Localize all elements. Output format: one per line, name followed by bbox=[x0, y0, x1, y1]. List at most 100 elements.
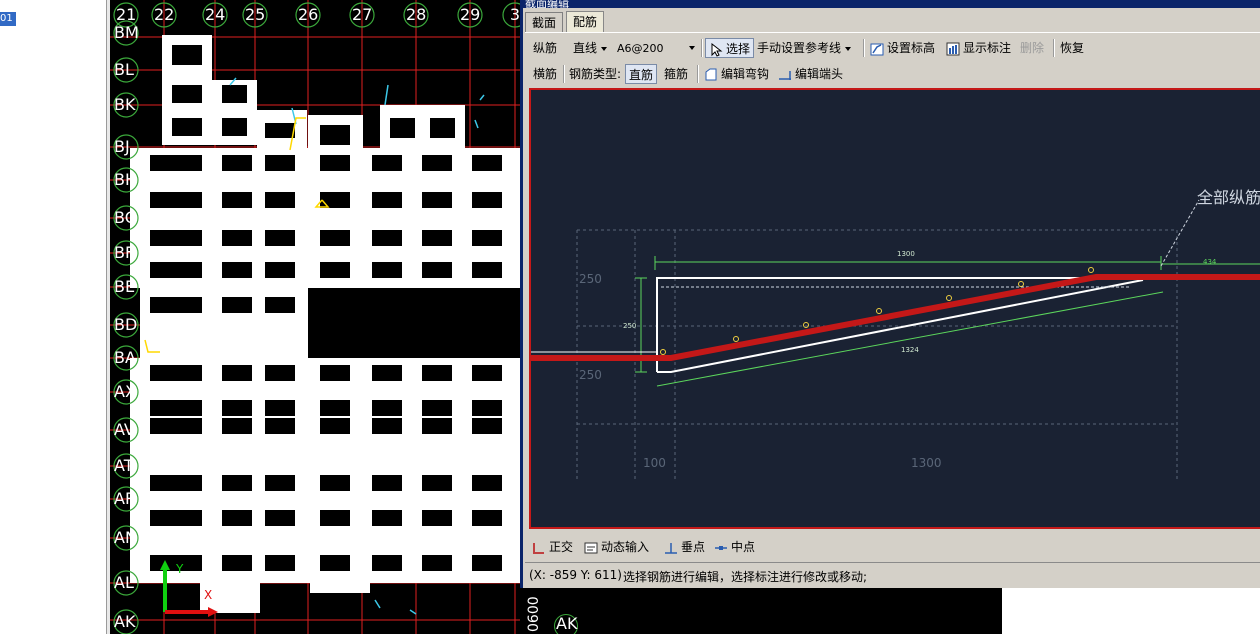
window-opening bbox=[172, 230, 202, 246]
layer-badge: 01 bbox=[0, 12, 16, 26]
window-opening bbox=[422, 230, 452, 246]
row-label: BE bbox=[114, 277, 136, 296]
chevron-down-icon bbox=[689, 46, 695, 50]
cad-canvas[interactable]: Y X 21 22 24 25 26 27 28 29 3 BM BL BK BJ BH BG BF BE BD… bbox=[110, 0, 520, 634]
tab-section[interactable]: 截面 bbox=[525, 12, 564, 33]
window-opening bbox=[265, 400, 295, 416]
perpendicular-button[interactable]: 垂点 bbox=[661, 537, 708, 557]
rebar-callout: 全部纵筋 bbox=[1197, 188, 1260, 207]
window-opening bbox=[372, 155, 402, 171]
column-label: 29 bbox=[460, 5, 481, 24]
ref-line-label: 手动设置参考线 bbox=[757, 41, 842, 55]
restore-button[interactable]: 恢复 bbox=[1057, 38, 1087, 58]
row-label: BG bbox=[114, 208, 138, 227]
window-opening bbox=[222, 365, 252, 381]
set-elevation-button[interactable]: 设置标高 bbox=[867, 38, 938, 58]
window-opening bbox=[265, 555, 295, 571]
window-opening bbox=[372, 230, 402, 246]
window-opening bbox=[222, 475, 252, 491]
row-label: BM bbox=[114, 23, 139, 42]
section-drawing-canvas[interactable]: 全部纵筋 1300 434 250 1324 250 250 100 1300 bbox=[529, 88, 1260, 529]
column-label: 3 bbox=[509, 5, 520, 24]
window-opening bbox=[172, 510, 202, 526]
axis-label-ak: AK bbox=[556, 614, 578, 633]
window-opening bbox=[265, 510, 295, 526]
window-opening bbox=[372, 262, 402, 278]
window-opening bbox=[172, 475, 202, 491]
window-opening bbox=[320, 365, 350, 381]
window-opening bbox=[222, 418, 252, 434]
straight-bar-button[interactable]: 直筋 bbox=[625, 64, 658, 84]
window-opening bbox=[472, 262, 502, 278]
row-label: AK bbox=[114, 612, 136, 631]
dynamic-input-button[interactable]: 动态输入 bbox=[581, 537, 652, 557]
stirrup-button[interactable]: 箍筋 bbox=[661, 64, 691, 84]
window-opening bbox=[222, 400, 252, 416]
y-axis-label: Y bbox=[176, 562, 184, 576]
window-opening bbox=[172, 365, 202, 381]
show-dims-button[interactable]: 显示标注 bbox=[943, 38, 1014, 58]
ortho-icon bbox=[533, 542, 544, 554]
window-opening bbox=[320, 192, 350, 208]
spec-select[interactable]: A6@200 bbox=[617, 37, 697, 59]
column-label: 28 bbox=[406, 5, 427, 24]
row-label: BH bbox=[114, 170, 138, 189]
ortho-label: 正交 bbox=[549, 540, 574, 554]
window-opening bbox=[320, 155, 350, 171]
elevation-icon bbox=[870, 43, 884, 55]
row-label: BF bbox=[114, 243, 135, 262]
window-opening bbox=[320, 262, 350, 278]
midpoint-label: 中点 bbox=[731, 540, 756, 554]
transverse-label[interactable]: 横筋 bbox=[533, 63, 557, 85]
window-opening bbox=[372, 400, 402, 416]
chevron-down-icon bbox=[601, 46, 608, 51]
row-label: AN bbox=[114, 528, 137, 547]
row-label: BL bbox=[114, 60, 134, 79]
edit-end-button[interactable]: 编辑端头 bbox=[775, 64, 846, 84]
window-opening bbox=[472, 365, 502, 381]
window-opening bbox=[172, 192, 202, 208]
line-type-value: 直线 bbox=[573, 41, 598, 55]
perpendicular-icon bbox=[665, 542, 677, 554]
window-opening bbox=[265, 365, 295, 381]
window-opening bbox=[422, 555, 452, 571]
window-opening bbox=[472, 475, 502, 491]
window-opening bbox=[422, 155, 452, 171]
edit-hook-button[interactable]: 编辑弯钩 bbox=[701, 64, 772, 84]
window-opening bbox=[265, 418, 295, 434]
line-type-select[interactable]: 直线 bbox=[573, 37, 608, 59]
window-opening bbox=[172, 400, 202, 416]
tab-reinforcement[interactable]: 配筋 bbox=[566, 11, 605, 33]
dim-bottom-left: 100 bbox=[643, 456, 666, 470]
longitudinal-label[interactable]: 纵筋 bbox=[533, 37, 557, 59]
midpoint-button[interactable]: 中点 bbox=[711, 537, 758, 557]
window-opening bbox=[320, 555, 350, 571]
window-opening bbox=[265, 262, 295, 278]
window-opening bbox=[472, 418, 502, 434]
window-opening bbox=[472, 230, 502, 246]
window-opening bbox=[265, 475, 295, 491]
row-label: AX bbox=[114, 382, 136, 401]
window-opening bbox=[320, 230, 350, 246]
window-opening bbox=[372, 555, 402, 571]
cursor-icon bbox=[711, 42, 723, 57]
window-opening bbox=[222, 155, 252, 171]
window-opening bbox=[222, 262, 252, 278]
separator bbox=[563, 65, 565, 83]
window-opening bbox=[422, 365, 452, 381]
ortho-button[interactable]: 正交 bbox=[529, 537, 576, 557]
ref-line-dropdown[interactable]: 手动设置参考线 bbox=[757, 37, 852, 59]
cad-canvas-lower[interactable]: 0600 AK bbox=[520, 588, 1002, 634]
window-opening bbox=[222, 192, 252, 208]
row-label: AL bbox=[114, 573, 134, 592]
window-opening bbox=[372, 475, 402, 491]
dim-top: 1300 bbox=[897, 250, 915, 258]
separator bbox=[863, 39, 865, 57]
delete-button[interactable]: 删除 bbox=[1017, 38, 1047, 58]
row-label: BK bbox=[114, 95, 136, 114]
bar-type-label: 钢筋类型: bbox=[569, 67, 622, 81]
row-label: AV bbox=[114, 420, 135, 439]
select-button[interactable]: 选择 bbox=[705, 38, 755, 58]
window-opening bbox=[372, 192, 402, 208]
blank-area bbox=[1002, 588, 1260, 634]
